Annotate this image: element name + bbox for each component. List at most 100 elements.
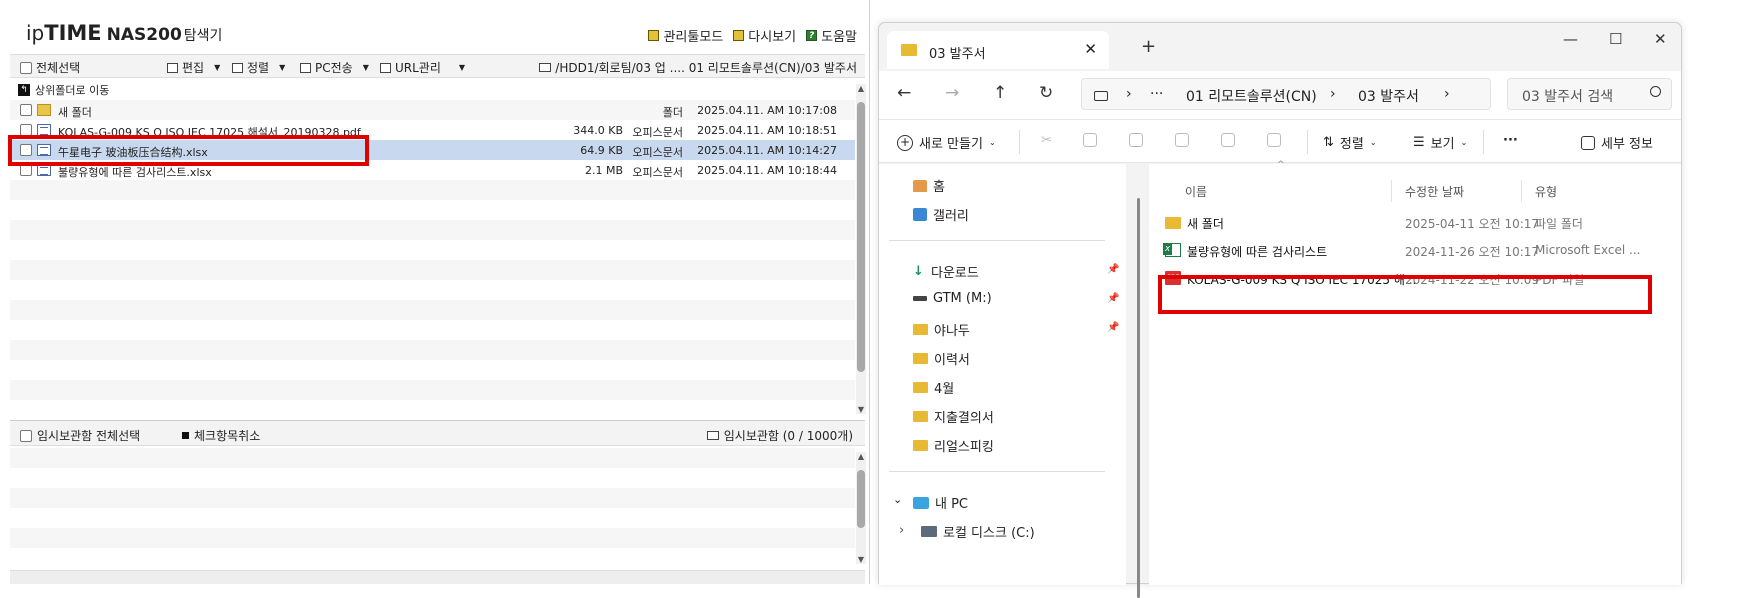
column-header-name[interactable]: 이름 xyxy=(1185,183,1207,200)
refresh-link[interactable]: 다시보기 xyxy=(733,26,796,45)
help-link[interactable]: ? 도움말 xyxy=(806,26,857,45)
nav-local-disk[interactable]: 로컬 디스크 (C:) xyxy=(921,522,1035,541)
list-item[interactable]: 새 폴더 2025-04-11 오전 10:17 파일 폴더 xyxy=(1149,208,1681,236)
empty-row xyxy=(10,448,855,468)
command-bar: + 새로 만들기 ⌄ ✂ ⇅ 정렬 ⌄ ☰ 보기 ⌄ ··· 세부 정보 xyxy=(879,119,1681,163)
sort-button[interactable]: ⇅ 정렬 ⌄ xyxy=(1323,133,1377,152)
nav-downloads[interactable]: ↓ 다운로드 xyxy=(913,262,979,281)
column-header-type[interactable]: 유형 xyxy=(1535,183,1557,200)
admin-mode-link[interactable]: 관리툴모드 xyxy=(648,26,723,45)
sort-menu[interactable]: 정렬 ▼ xyxy=(232,59,285,76)
url-manage-menu[interactable]: URL관리 ▼ xyxy=(380,59,465,76)
close-window-icon[interactable]: ✕ xyxy=(1654,30,1667,48)
select-all-label: 전체선택 xyxy=(36,61,81,75)
select-all-checkbox[interactable]: 전체선택 xyxy=(20,59,80,76)
empty-row xyxy=(10,548,855,568)
forward-icon[interactable]: → xyxy=(945,83,959,103)
scroll-up-icon[interactable]: ▲ xyxy=(856,84,866,93)
column-separator[interactable] xyxy=(1391,180,1392,202)
delete-button[interactable] xyxy=(1267,133,1281,147)
uncheck-items-button[interactable]: 체크항목취소 xyxy=(182,427,260,444)
details-label: 세부 정보 xyxy=(1601,137,1653,152)
view-icon: ☰ xyxy=(1413,135,1425,150)
scroll-down-icon[interactable]: ▼ xyxy=(856,405,866,414)
scroll-up-icon[interactable]: ▲ xyxy=(856,452,866,461)
logo-model: NAS200 xyxy=(106,25,182,45)
breadcrumb-remote-solution[interactable]: 01 리모트솔루션(CN) xyxy=(1186,86,1317,106)
row-checkbox[interactable] xyxy=(20,104,32,116)
temp-select-all-checkbox[interactable]: 임시보관함 전체선택 xyxy=(20,427,140,444)
pin-icon: 📌 xyxy=(1107,264,1120,275)
address-ellipsis[interactable]: ··· xyxy=(1150,86,1163,102)
table-row[interactable]: 새 폴더 폴더 2025.04.11. AM 10:17:08 xyxy=(10,100,855,120)
details-button[interactable]: 세부 정보 xyxy=(1581,133,1653,152)
paste-button[interactable] xyxy=(1129,133,1143,147)
highlight-box-drop-target xyxy=(1158,275,1652,314)
back-icon[interactable]: ← xyxy=(897,83,911,103)
scroll-down-icon[interactable]: ▼ xyxy=(856,555,866,564)
list-item[interactable]: 불량유형에 따른 검사리스트 2024-11-26 오전 10:17Microso… xyxy=(1149,236,1681,264)
home-icon xyxy=(913,179,927,192)
chevron-down-icon[interactable]: ⌄ xyxy=(893,493,902,506)
pc-transfer-icon xyxy=(300,62,311,73)
rename-button[interactable] xyxy=(1175,133,1189,147)
go-parent-folder[interactable]: ↰ 상위폴더로 이동 xyxy=(18,82,109,98)
checkbox-icon xyxy=(20,429,32,442)
empty-row xyxy=(10,180,855,200)
temp-list-scrollbar[interactable]: ▲ ▼ xyxy=(856,452,866,564)
nav-gtm-drive[interactable]: GTM (M:) xyxy=(913,291,992,306)
scroll-thumb[interactable] xyxy=(857,470,865,528)
up-icon[interactable]: ↑ xyxy=(993,83,1007,103)
address-bar[interactable]: › ··· 01 리모트솔루션(CN) › 03 발주서 › xyxy=(1081,78,1491,110)
search-input[interactable]: 03 발주서 검색 xyxy=(1507,78,1672,110)
view-label: 보기 xyxy=(1430,137,1455,152)
nav-april[interactable]: 4월 xyxy=(913,378,954,397)
empty-row xyxy=(10,240,855,260)
up-arrow-icon: ↰ xyxy=(18,84,30,96)
nav-yanadu[interactable]: 야나두 xyxy=(913,320,970,339)
file-date: 2025.04.11. AM 10:18:44 xyxy=(697,164,837,177)
status-strip xyxy=(10,570,865,584)
scroll-thumb[interactable] xyxy=(857,102,865,372)
folder-icon xyxy=(37,104,51,116)
column-separator[interactable] xyxy=(1521,180,1522,202)
nav-expense[interactable]: 지출결의서 xyxy=(913,407,994,426)
close-icon[interactable]: ✕ xyxy=(1084,40,1097,58)
column-header-modified[interactable]: 수정한 날짜 xyxy=(1405,183,1464,200)
folder-icon xyxy=(913,382,928,393)
cut-button[interactable]: ✂ xyxy=(1041,133,1052,148)
edit-menu[interactable]: 편집 ▼ xyxy=(167,59,220,76)
nav-resume[interactable]: 이력서 xyxy=(913,349,970,368)
minimize-icon[interactable]: — xyxy=(1563,30,1578,48)
nav-gallery[interactable]: 갤러리 xyxy=(913,205,969,224)
nav-pane-scrollbar[interactable] xyxy=(1137,198,1140,598)
nav-speaking[interactable]: 리얼스피킹 xyxy=(913,436,994,455)
file-name: 새 폴더 xyxy=(58,106,92,119)
pc-transfer-menu[interactable]: PC전송 ▼ xyxy=(300,59,369,76)
tab-03-order[interactable]: 03 발주서 ✕ xyxy=(887,31,1109,69)
logo-ip: ip xyxy=(26,21,45,45)
gallery-icon xyxy=(913,208,927,221)
chevron-right-icon[interactable]: › xyxy=(899,523,904,538)
more-button[interactable]: ··· xyxy=(1503,133,1518,148)
share-button[interactable] xyxy=(1221,133,1235,147)
copy-button[interactable] xyxy=(1083,133,1097,147)
nav-home[interactable]: 홈 xyxy=(913,176,945,195)
help-label: 도움말 xyxy=(821,30,857,45)
refresh-icon[interactable]: ↻ xyxy=(1039,83,1053,103)
nav-this-pc[interactable]: 내 PC xyxy=(913,493,968,512)
breadcrumb-03-order[interactable]: 03 발주서 xyxy=(1358,86,1419,106)
new-button[interactable]: + 새로 만들기 ⌄ xyxy=(897,133,996,152)
empty-row xyxy=(10,260,855,280)
new-tab-icon[interactable]: + xyxy=(1141,36,1156,57)
empty-row xyxy=(10,508,855,528)
download-icon: ↓ xyxy=(913,263,924,279)
maximize-icon[interactable]: ☐ xyxy=(1609,30,1622,48)
empty-row xyxy=(10,528,855,548)
view-button[interactable]: ☰ 보기 ⌄ xyxy=(1413,133,1467,152)
plus-icon: + xyxy=(897,134,913,151)
file-list-scrollbar[interactable]: ▲ ▼ xyxy=(856,84,866,414)
divider xyxy=(889,471,1105,472)
empty-row xyxy=(10,340,855,360)
chevron-down-icon: ⌄ xyxy=(1460,138,1468,147)
